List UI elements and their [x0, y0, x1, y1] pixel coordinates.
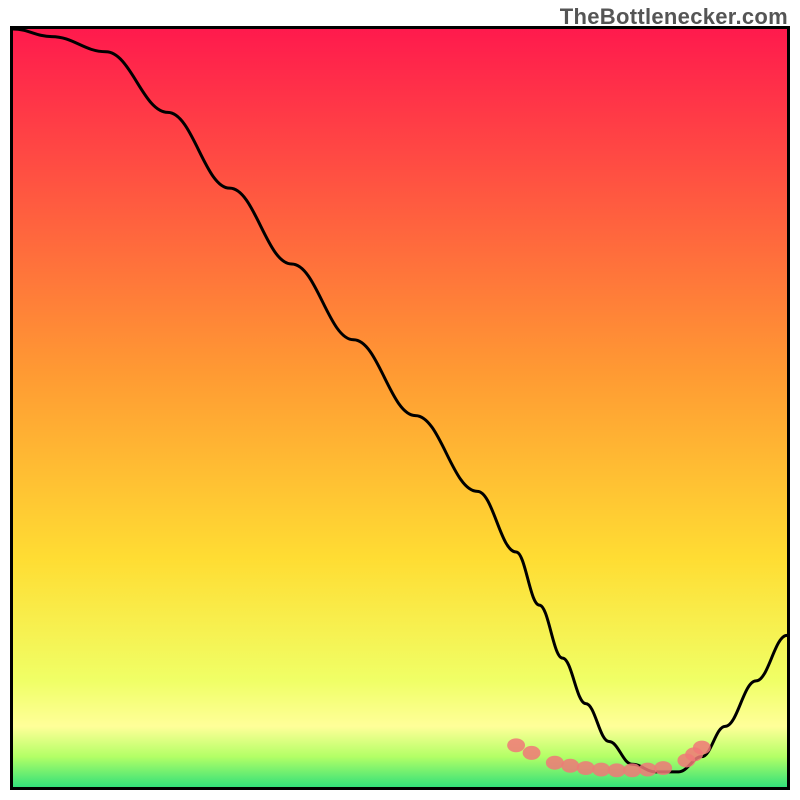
marker-point — [623, 763, 641, 777]
marker-point — [654, 761, 672, 775]
marker-point — [546, 756, 564, 770]
marker-point — [507, 738, 525, 752]
bottleneck-curve — [13, 29, 787, 772]
curve-layer — [13, 29, 787, 787]
marker-point — [693, 741, 711, 755]
plot-area — [10, 26, 790, 790]
marker-point — [639, 763, 657, 777]
marker-point — [561, 759, 579, 773]
marker-point — [577, 761, 595, 775]
marker-point — [523, 746, 541, 760]
marker-point — [592, 763, 610, 777]
marker-point — [608, 763, 626, 777]
chart-stage: TheBottlenecker.com — [0, 0, 800, 800]
